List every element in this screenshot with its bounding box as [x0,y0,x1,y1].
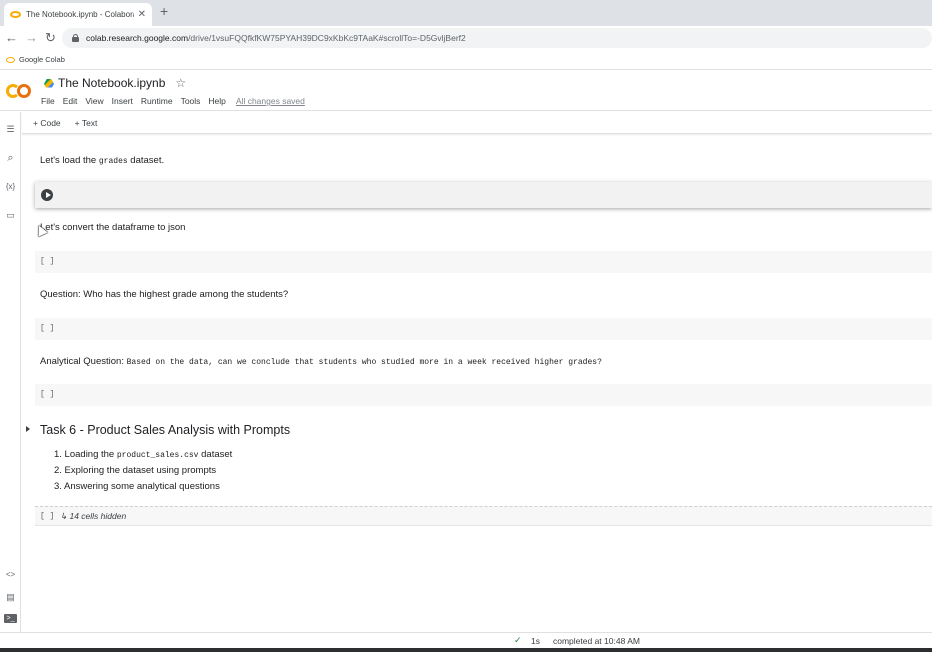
menu-file[interactable]: File [41,96,55,106]
status-bar: ✓ 1s completed at 10:48 AM [0,632,932,648]
section-heading-task6[interactable]: Task 6 - Product Sales Analysis with Pro… [40,423,290,437]
execution-duration: 1s [531,636,540,646]
lock-icon [72,34,79,42]
colab-bookmark-icon [6,56,15,63]
left-sidebar: ☰ ⌕ {x} ▭ <> ▤ >_ [0,112,21,632]
cell-execution-count: [ ] [40,390,55,399]
run-cell-button[interactable] [41,189,53,201]
url-path: /drive/1vsuFQQfkfKW75PYAH39DC9xKbKc9TAaK… [188,33,466,43]
list-item: 2. Exploring the dataset using prompts [54,465,217,476]
browser-tab-strip: The Notebook.ipynb - Colabora ✕ + [0,0,932,26]
bookmarks-bar: Google Colab [0,50,932,70]
list-item: 1. Loading the product_sales.csv dataset [54,449,233,460]
inline-code-product-sales: product_sales.csv [116,451,199,460]
hidden-cells-row[interactable]: [ ] ↳ 14 cells hidden [35,506,932,526]
browser-tab[interactable]: The Notebook.ipynb - Colabora ✕ [4,3,152,26]
forward-arrow-icon[interactable]: → [25,30,38,45]
completion-time[interactable]: completed at 10:48 AM [553,636,640,646]
reload-icon[interactable]: ↻ [45,30,56,46]
section-collapse-caret-icon[interactable] [26,426,30,432]
colab-logo-icon[interactable] [6,81,34,101]
active-code-cell[interactable] [35,182,932,208]
add-code-button[interactable]: + Code [33,118,61,128]
variables-icon[interactable]: {x} [4,182,17,191]
text-cell-load-grades[interactable]: Let's load the grades dataset. [40,155,164,166]
colab-header: The Notebook.ipynb ☆ File Edit View Inse… [0,71,932,111]
close-tab-icon[interactable]: ✕ [138,9,146,20]
inline-code-analytical: Based on the data, can we conclude that … [126,358,602,367]
cell-execution-count: [ ] [40,257,55,266]
code-cell-empty[interactable]: [ ] [35,251,932,273]
menu-insert[interactable]: Insert [112,96,133,106]
menu-edit[interactable]: Edit [63,96,78,106]
new-tab-icon[interactable]: + [160,3,168,19]
text-cell-analytical-question[interactable]: Analytical Question: Based on the data, … [40,356,602,367]
code-cell-empty[interactable]: [ ] [35,318,932,340]
command-palette-icon[interactable]: ▤ [4,592,17,603]
check-icon: ✓ [514,635,522,645]
star-icon[interactable]: ☆ [175,76,186,90]
code-snippets-icon[interactable]: <> [4,570,17,579]
google-drive-icon[interactable] [44,78,54,88]
back-arrow-icon[interactable]: ← [5,30,18,45]
browser-toolbar: ← → ↻ colab.research.google.com/drive/1v… [0,26,932,50]
files-folder-icon[interactable]: ▭ [4,210,17,221]
url-host: colab.research.google.com [86,33,189,43]
tab-title: The Notebook.ipynb - Colabora [26,10,134,19]
address-bar[interactable]: colab.research.google.com/drive/1vsuFQQf… [62,28,932,48]
inline-code-grades: grades [98,157,128,166]
save-status-link[interactable]: All changes saved [236,96,305,106]
notebook-title[interactable]: The Notebook.ipynb [58,76,165,90]
add-text-button[interactable]: + Text [75,118,98,128]
table-of-contents-icon[interactable]: ☰ [4,124,17,135]
notebook-title-row: The Notebook.ipynb ☆ [44,76,186,90]
code-cell-empty[interactable]: [ ] [35,384,932,406]
cell-toolbar: + Code + Text [22,112,932,134]
menu-view[interactable]: View [85,96,103,106]
text-cell-convert-json[interactable]: Let's convert the dataframe to json [40,222,185,233]
menu-help[interactable]: Help [208,96,225,106]
menu-bar: File Edit View Insert Runtime Tools Help… [41,96,305,106]
cell-execution-count: [ ] [40,324,55,333]
hidden-cells-label[interactable]: ↳ 14 cells hidden [60,511,126,522]
cell-execution-count: [ ] [40,512,55,521]
bookmark-google-colab[interactable]: Google Colab [19,55,65,64]
window-bottom-edge [0,648,932,652]
terminal-icon[interactable]: >_ [4,614,17,623]
text-cell-question[interactable]: Question: Who has the highest grade amon… [40,289,288,300]
menu-tools[interactable]: Tools [181,96,201,106]
colab-favicon-icon [10,11,21,18]
list-item: 3. Answering some analytical questions [54,481,220,492]
menu-runtime[interactable]: Runtime [141,96,173,106]
search-icon[interactable]: ⌕ [4,152,17,165]
